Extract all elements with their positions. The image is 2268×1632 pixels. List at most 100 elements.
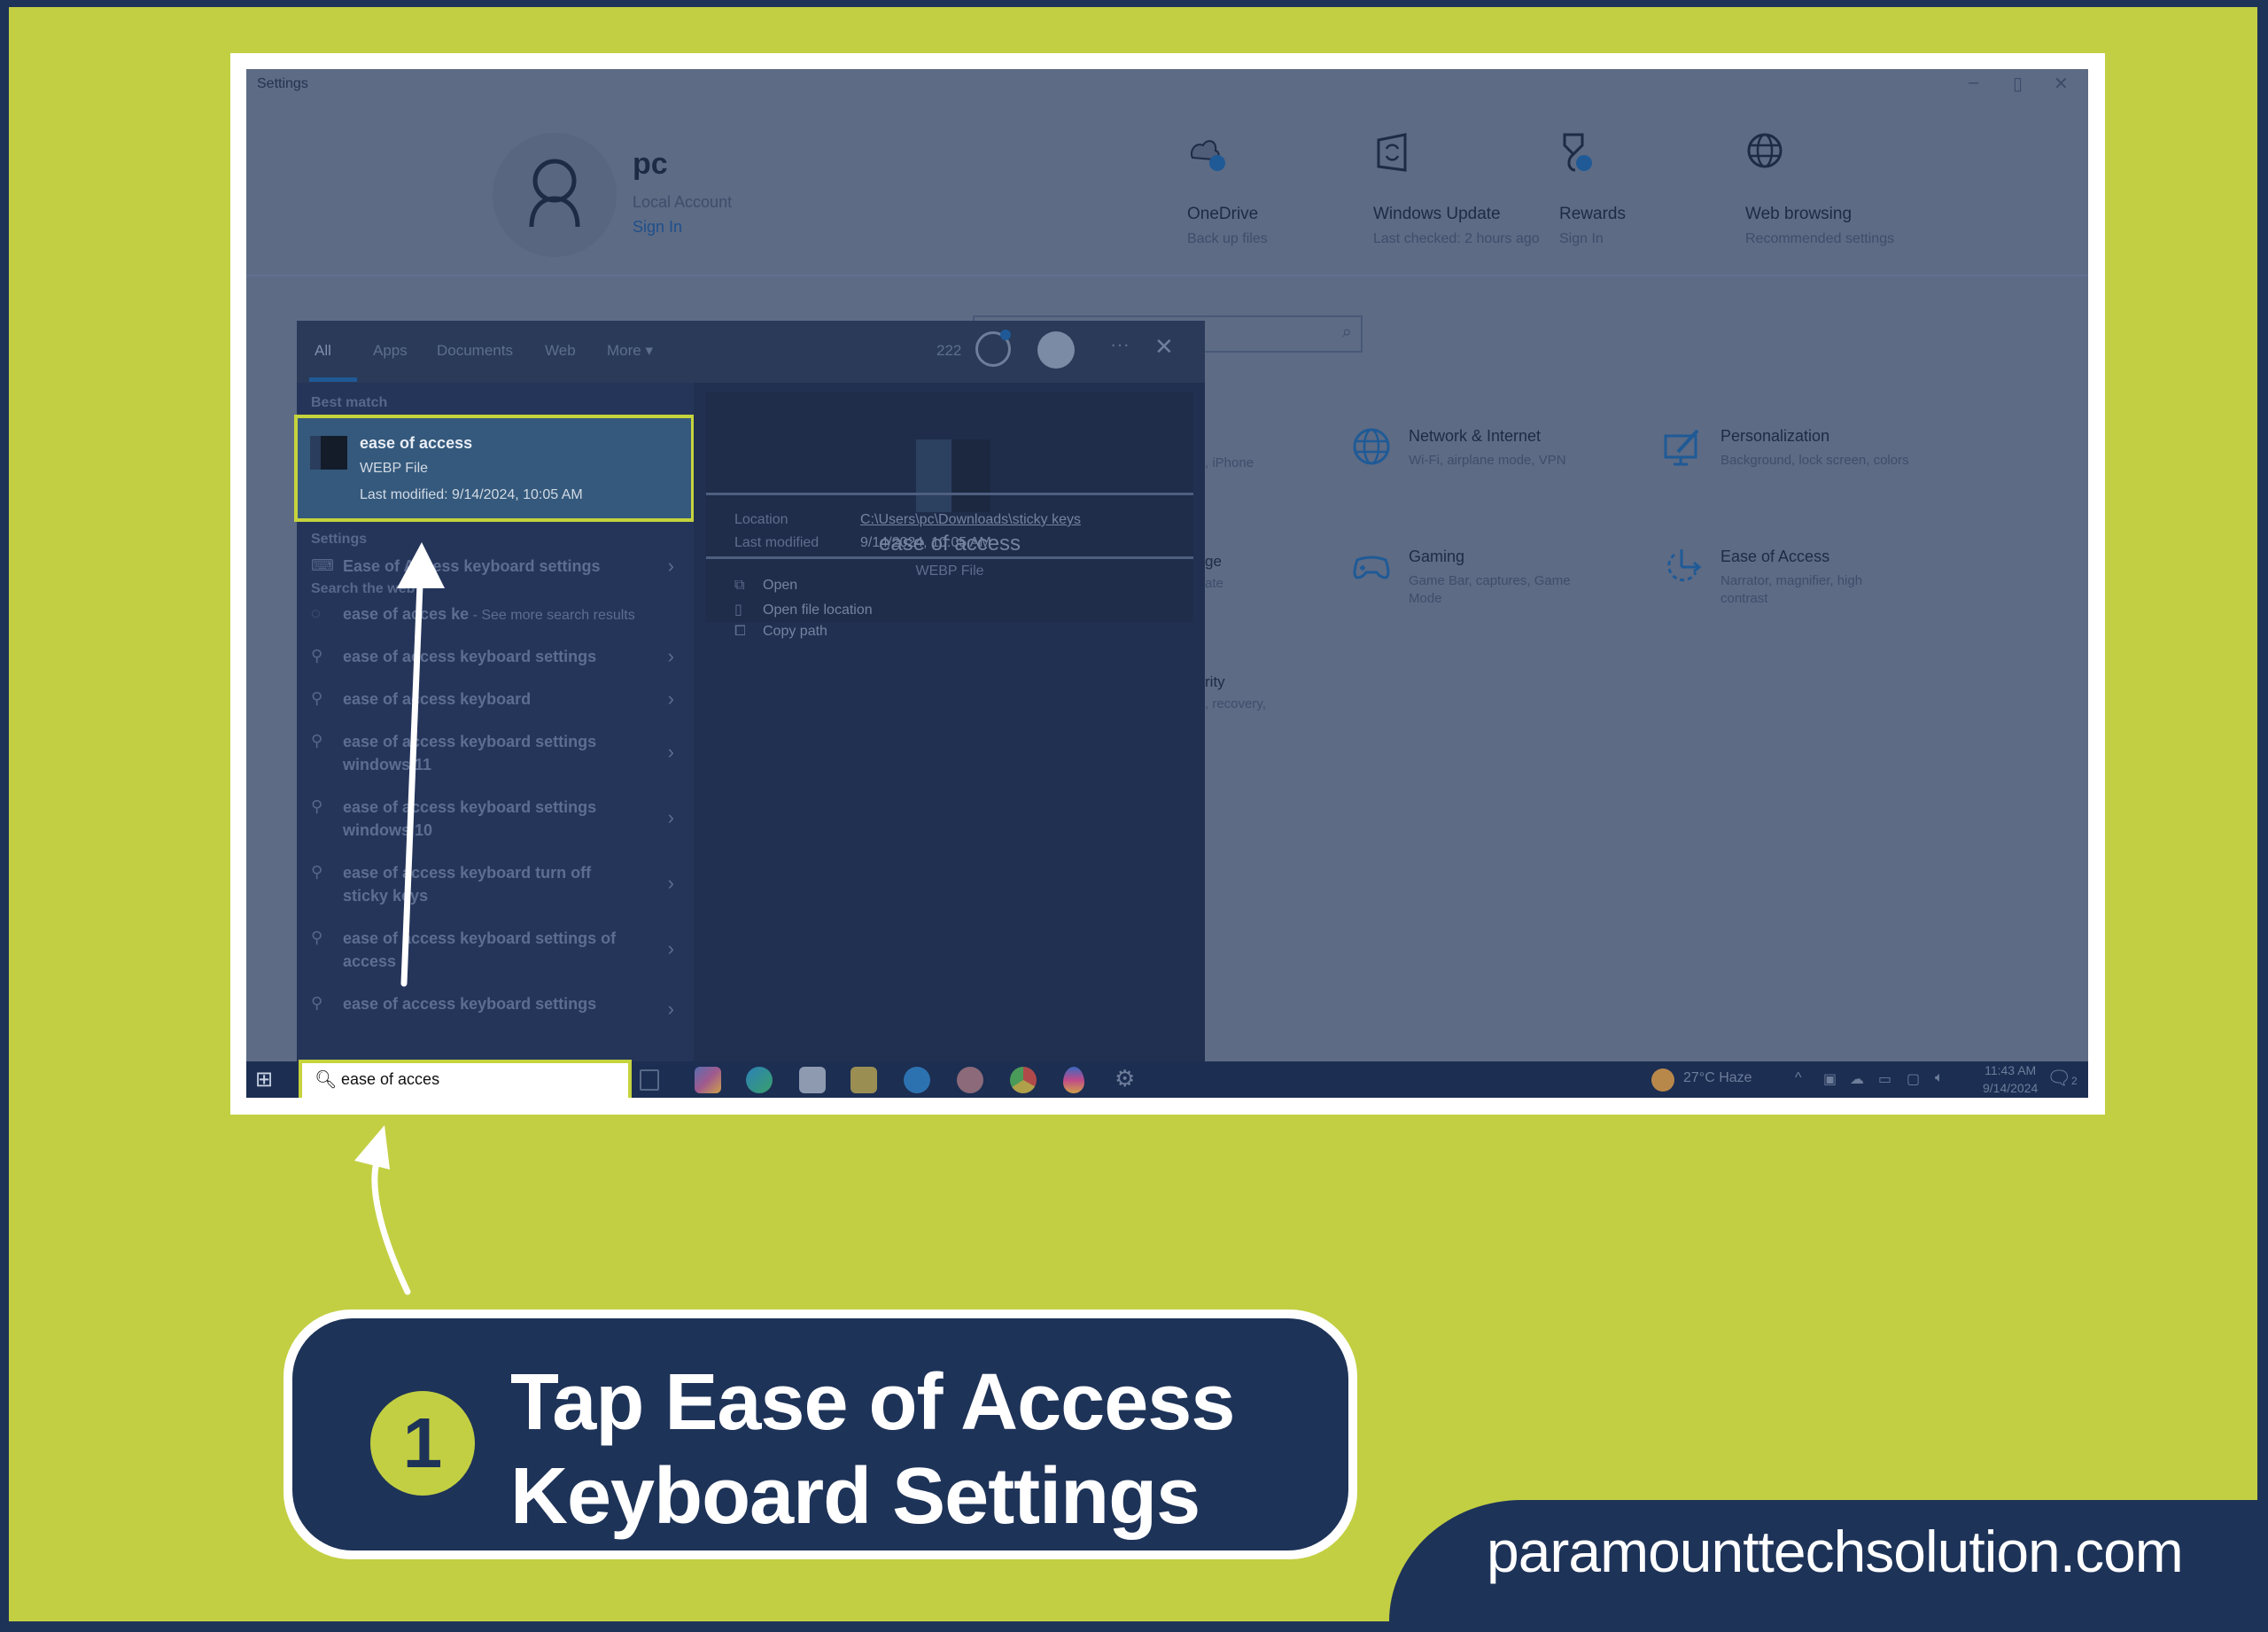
header-divider: [246, 275, 2088, 276]
account-name: pc: [633, 147, 668, 181]
best-match-result[interactable]: ease of access WEBP File Last modified: …: [294, 415, 695, 522]
preview-pane: ease of access WEBP File Location C:\Use…: [694, 383, 1205, 1061]
notification-dot: [1000, 330, 1011, 340]
more-options-button[interactable]: ···: [1110, 333, 1130, 356]
action-copy-path[interactable]: ⧠ Copy path: [734, 624, 827, 640]
window-title: Settings: [257, 76, 308, 91]
web-result[interactable]: ⚲ ease of access keyboard ›: [297, 688, 694, 714]
volume-icon[interactable]: 🔈︎: [1935, 1070, 1944, 1086]
step-instruction: Tap Ease of Access Keyboard Settings: [510, 1358, 1235, 1541]
edge-icon[interactable]: [746, 1067, 773, 1093]
onedrive-icon: [1191, 140, 1225, 171]
rewards-points: 222: [936, 342, 962, 359]
chevron-right-icon: ›: [667, 998, 674, 1020]
minimize-button[interactable]: –: [1969, 73, 1978, 93]
chevron-right-icon: ›: [667, 741, 674, 763]
mail-icon[interactable]: [799, 1067, 826, 1093]
search-icon: 🔍︎: [315, 1070, 338, 1090]
chevron-right-icon: ›: [667, 806, 674, 828]
globe-icon: [1353, 428, 1390, 465]
action-open-file-location[interactable]: ▯ Open file location: [734, 601, 873, 618]
web-result[interactable]: ⚲ ease of access keyboard turn off stick…: [297, 861, 694, 911]
close-search-button[interactable]: ✕: [1154, 333, 1174, 361]
web-result[interactable]: ⚲ ease of access keyboard settings windo…: [297, 730, 694, 780]
keyboard-icon: ⌨: [311, 556, 334, 574]
close-button[interactable]: ✕: [2054, 73, 2069, 95]
settings-gear-icon[interactable]: ⚙: [1115, 1065, 1135, 1092]
clock[interactable]: 11:43 AM 9/14/2024: [1983, 1061, 2038, 1097]
web-result[interactable]: ⚲ ease of access keyboard settings of ac…: [297, 927, 694, 976]
meet-now-icon[interactable]: ▣: [1823, 1070, 1837, 1088]
tab-all[interactable]: All: [315, 342, 331, 360]
quick-tile-windows-update[interactable]: Windows Update Last checked: 2 hours ago: [1373, 131, 1559, 248]
location-link[interactable]: C:\Users\pc\Downloads\sticky keys: [860, 512, 1081, 528]
search-tabs: All Apps Documents Web More ▾ 222 ··· ✕: [297, 321, 1205, 383]
search-icon: ⚲: [311, 689, 323, 707]
settings-window: Settings – ▯ ✕ pc Local Account Sign In …: [246, 69, 2088, 1098]
category-phone-partial: , iPhone: [1205, 455, 1254, 470]
maximize-button[interactable]: ▯: [2013, 73, 2023, 95]
best-match-header: Best match: [311, 395, 388, 410]
windows-update-icon: [1377, 133, 1407, 172]
tab-web[interactable]: Web: [545, 342, 576, 360]
search-icon: ⚲: [311, 929, 323, 946]
weather-icon[interactable]: [1651, 1069, 1674, 1092]
quick-tile-rewards[interactable]: Rewards Sign In: [1559, 131, 1745, 248]
search-icon: ⌕: [1341, 323, 1352, 342]
search-icon: ⚲: [311, 732, 323, 750]
modified-label: Last modified: [734, 535, 819, 550]
task-view-icon[interactable]: [640, 1069, 659, 1091]
category-apps-partial: ge: [1205, 553, 1222, 570]
active-tab-indicator: [309, 377, 357, 382]
skype-icon[interactable]: [904, 1067, 930, 1093]
bing-chat-icon: ◌: [311, 604, 321, 622]
settings-result[interactable]: ⌨ Ease of Access keyboard settings ›: [297, 555, 694, 581]
network-icon[interactable]: ▢: [1907, 1070, 1920, 1088]
modified-value: 9/14/2024, 10:05 AM: [860, 535, 991, 550]
battery-icon[interactable]: ▭: [1878, 1070, 1891, 1088]
quick-tile-web-browsing[interactable]: Web browsing Recommended settings: [1745, 131, 1931, 248]
app-icon[interactable]: [957, 1067, 983, 1093]
taskbar: ⊞ 🔍︎ ease of acces ⚙ 27°C Haze ^ ▣ ☁ ▭ ▢…: [246, 1060, 2088, 1098]
action-open[interactable]: ⧉ Open: [734, 578, 797, 594]
copy-icon: ⧠: [734, 624, 746, 639]
brand-banner: paramounttechsolution.com: [1389, 1500, 2268, 1621]
location-label: Location: [734, 512, 788, 527]
onedrive-tray-icon[interactable]: ☁: [1850, 1070, 1864, 1088]
personalization-icon: [1664, 429, 1699, 466]
tab-apps[interactable]: Apps: [373, 342, 408, 360]
tab-documents[interactable]: Documents: [437, 342, 513, 360]
web-browsing-icon: [1747, 133, 1783, 168]
tab-more[interactable]: More ▾: [607, 342, 653, 360]
web-result[interactable]: ◌ ease of acces ke - See more search res…: [297, 602, 694, 629]
account-type: Local Account: [633, 193, 733, 211]
search-icon: ⚲: [311, 994, 323, 1012]
sign-in-link[interactable]: Sign In: [633, 218, 682, 237]
step-number-badge: 1: [370, 1391, 475, 1496]
web-result[interactable]: ⚲ ease of access keyboard settings ›: [297, 992, 694, 1042]
folder-location-icon: ▯: [734, 602, 742, 618]
category-security-partial-sub: , recovery,: [1205, 696, 1266, 711]
notification-center-icon[interactable]: 🗨︎2: [2047, 1067, 2078, 1090]
avatar[interactable]: [493, 133, 617, 257]
show-hidden-icons[interactable]: ^: [1795, 1070, 1802, 1086]
paint-icon[interactable]: [1063, 1067, 1084, 1093]
profile-avatar[interactable]: [1037, 331, 1075, 369]
copilot-icon[interactable]: [695, 1067, 721, 1093]
user-icon: [529, 159, 580, 228]
category-apps-partial-sub: ate: [1205, 576, 1223, 591]
rewards-icon: [1563, 133, 1592, 172]
weather-text[interactable]: 27°C Haze: [1683, 1070, 1752, 1086]
web-result[interactable]: ⚲ ease of access keyboard settings ›: [297, 645, 694, 672]
windows-start-icon[interactable]: ⊞: [255, 1067, 273, 1092]
web-header: Search the web: [311, 581, 416, 596]
chrome-icon[interactable]: [1010, 1067, 1037, 1093]
file-explorer-icon[interactable]: [850, 1067, 877, 1093]
category-security-partial: rity: [1205, 673, 1225, 690]
web-result[interactable]: ⚲ ease of access keyboard settings windo…: [297, 796, 694, 845]
taskbar-search-input[interactable]: 🔍︎ ease of acces: [299, 1060, 632, 1098]
ease-of-access-icon: [1667, 549, 1702, 582]
quick-tile-onedrive[interactable]: OneDrive Back up files: [1187, 131, 1373, 248]
chevron-right-icon: ›: [667, 872, 674, 894]
search-icon: ⚲: [311, 647, 323, 664]
